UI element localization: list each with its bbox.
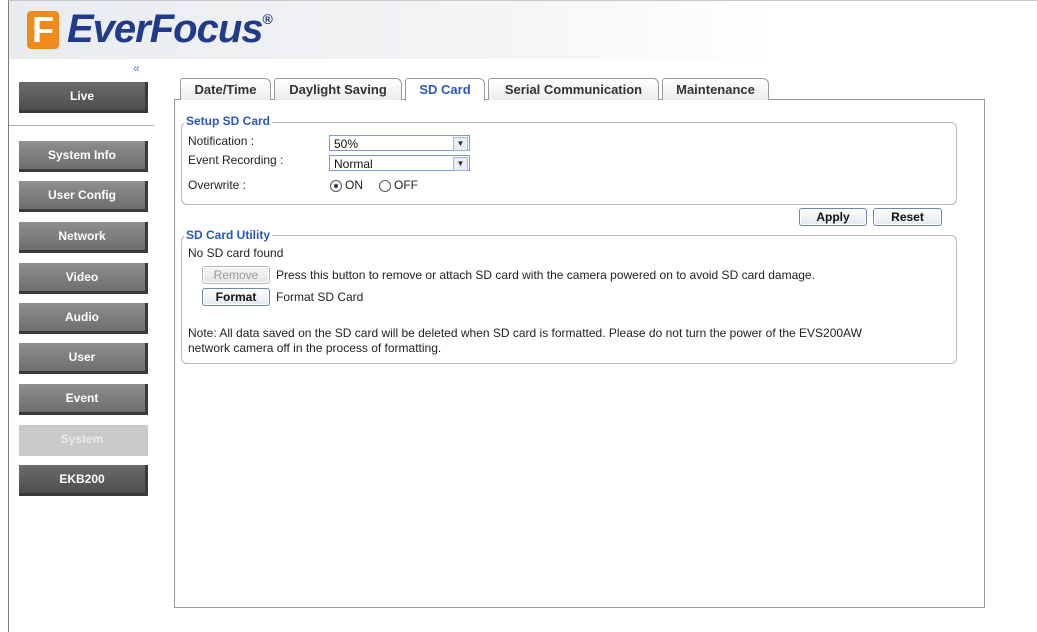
overwrite-on-label: ON	[345, 178, 363, 192]
chevron-down-icon: ▼	[453, 157, 468, 171]
header: F EverFocus®	[9, 1, 779, 59]
sd-card-status: No SD card found	[188, 246, 284, 260]
format-note-line-2: network camera off in the process of for…	[188, 341, 442, 355]
collapse-sidebar-icon[interactable]: «	[133, 61, 140, 75]
sidebar-item-live[interactable]: Live	[19, 82, 148, 113]
setup-sd-card-fieldset	[181, 122, 957, 205]
reset-button[interactable]: Reset	[873, 208, 942, 226]
event-recording-label: Event Recording :	[188, 153, 284, 167]
sidebar-item-system[interactable]: System	[19, 425, 148, 456]
sidebar-divider	[9, 125, 154, 126]
sd-card-utility-legend: SD Card Utility	[184, 228, 273, 242]
sidebar-item-user[interactable]: User	[19, 343, 148, 374]
notification-select[interactable]: 50% ▼	[329, 135, 470, 151]
sidebar-item-system-info[interactable]: System Info	[19, 141, 148, 172]
overwrite-on-radio[interactable]	[330, 180, 342, 192]
overwrite-off-radio[interactable]	[379, 180, 391, 192]
event-recording-select[interactable]: Normal ▼	[329, 155, 470, 171]
sidebar-item-audio[interactable]: Audio	[19, 303, 148, 334]
remove-button[interactable]: Remove	[202, 266, 270, 284]
format-note-line-1: Note: All data saved on the SD card will…	[188, 326, 862, 340]
brand-logo-text: EverFocus®	[67, 7, 273, 51]
tab-serial-communication[interactable]: Serial Communication	[488, 78, 659, 100]
overwrite-label: Overwrite :	[188, 178, 247, 192]
tab-sd-card[interactable]: SD Card	[405, 78, 485, 101]
tab-maintenance[interactable]: Maintenance	[662, 78, 769, 100]
notification-label: Notification :	[188, 134, 255, 148]
sidebar-item-ekb200[interactable]: EKB200	[19, 465, 148, 496]
setup-sd-card-legend: Setup SD Card	[184, 114, 273, 128]
tab-daylight-saving[interactable]: Daylight Saving	[274, 78, 402, 100]
format-description: Format SD Card	[276, 290, 364, 304]
remove-description: Press this button to remove or attach SD…	[276, 268, 815, 282]
chevron-down-icon: ▼	[453, 137, 468, 151]
tab-date-time[interactable]: Date/Time	[180, 78, 271, 100]
sidebar-item-event[interactable]: Event	[19, 384, 148, 415]
apply-button[interactable]: Apply	[799, 208, 867, 226]
sidebar-item-video[interactable]: Video	[19, 263, 148, 294]
sidebar-item-user-config[interactable]: User Config	[19, 181, 148, 212]
overwrite-off-label: OFF	[394, 178, 418, 192]
format-button[interactable]: Format	[202, 288, 270, 306]
everfocus-logo-icon: F	[27, 9, 59, 50]
sidebar-item-network[interactable]: Network	[19, 222, 148, 253]
